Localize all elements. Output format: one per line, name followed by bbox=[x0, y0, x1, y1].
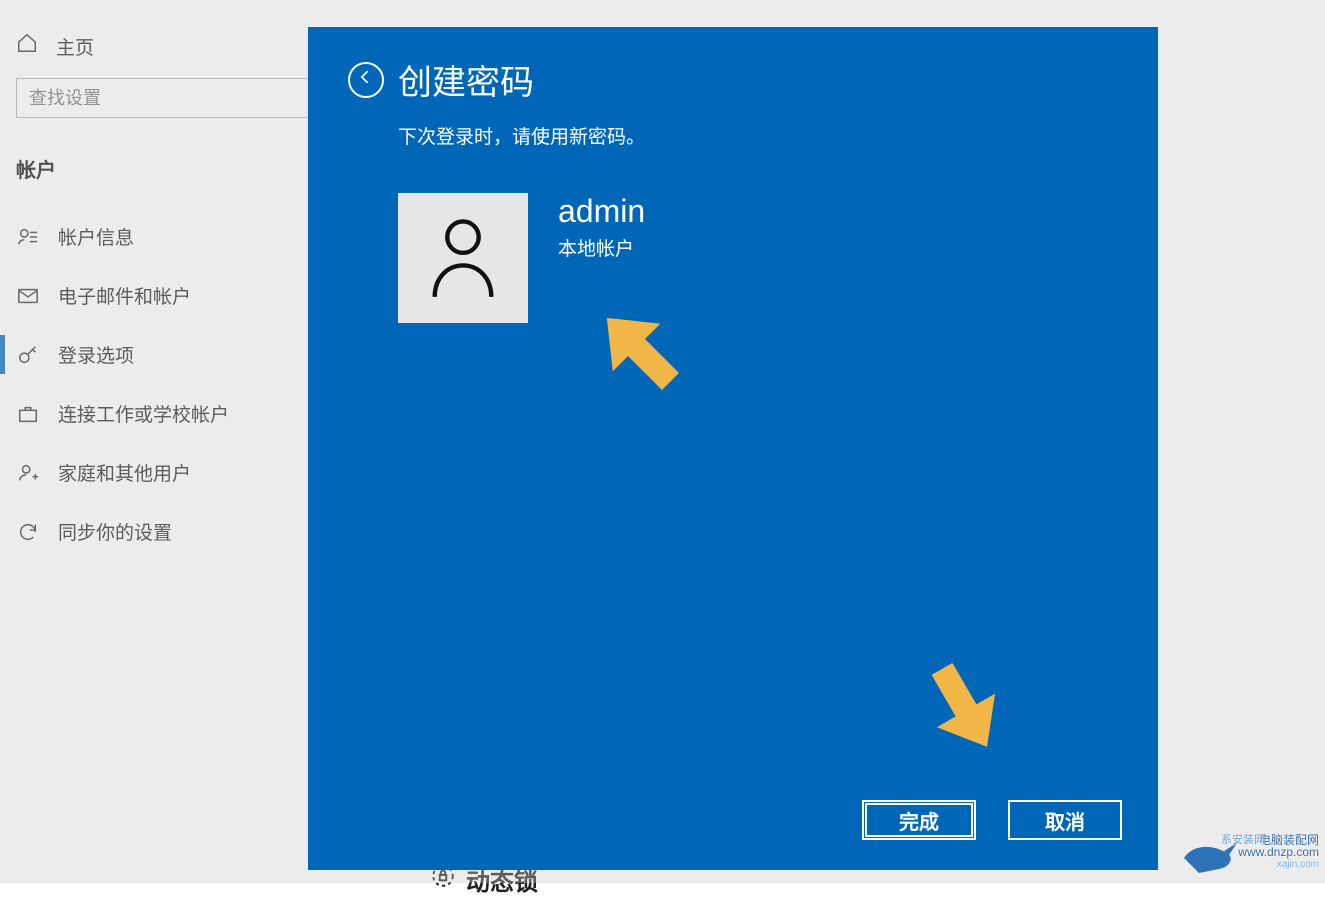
sync-icon bbox=[16, 520, 40, 544]
arrow-left-icon bbox=[356, 67, 376, 92]
sidebar-item-label: 连接工作或学校帐户 bbox=[58, 400, 229, 427]
create-password-dialog: 创建密码 下次登录时，请使用新密码。 admin 本地帐户 完成 取消 bbox=[308, 27, 1158, 870]
email-icon bbox=[16, 284, 40, 308]
user-block: admin 本地帐户 bbox=[398, 193, 1118, 323]
finish-button[interactable]: 完成 bbox=[862, 800, 976, 840]
dialog-header: 创建密码 bbox=[348, 55, 1118, 104]
back-button[interactable] bbox=[348, 62, 384, 98]
avatar bbox=[398, 193, 528, 323]
key-icon bbox=[16, 343, 40, 367]
dialog-subtitle: 下次登录时，请使用新密码。 bbox=[398, 122, 1118, 149]
dialog-footer: 完成 取消 bbox=[862, 800, 1122, 840]
sidebar-item-label: 电子邮件和帐户 bbox=[58, 282, 191, 309]
family-icon bbox=[16, 461, 40, 485]
annotation-arrow-top bbox=[585, 296, 705, 416]
sidebar-item-label: 帐户信息 bbox=[58, 223, 134, 250]
sidebar-home-label: 主页 bbox=[56, 33, 94, 60]
dialog-title: 创建密码 bbox=[398, 55, 534, 104]
home-icon bbox=[16, 32, 38, 60]
user-icon bbox=[425, 212, 501, 305]
account-info-icon bbox=[16, 225, 40, 249]
sidebar-item-label: 同步你的设置 bbox=[58, 518, 172, 545]
user-name: admin bbox=[558, 193, 645, 230]
cancel-button[interactable]: 取消 bbox=[1008, 800, 1122, 840]
user-type: 本地帐户 bbox=[558, 234, 645, 261]
annotation-arrow-bottom bbox=[900, 640, 1020, 760]
sidebar-item-label: 登录选项 bbox=[58, 341, 134, 368]
briefcase-icon bbox=[16, 402, 40, 426]
sidebar-item-label: 家庭和其他用户 bbox=[58, 459, 191, 486]
